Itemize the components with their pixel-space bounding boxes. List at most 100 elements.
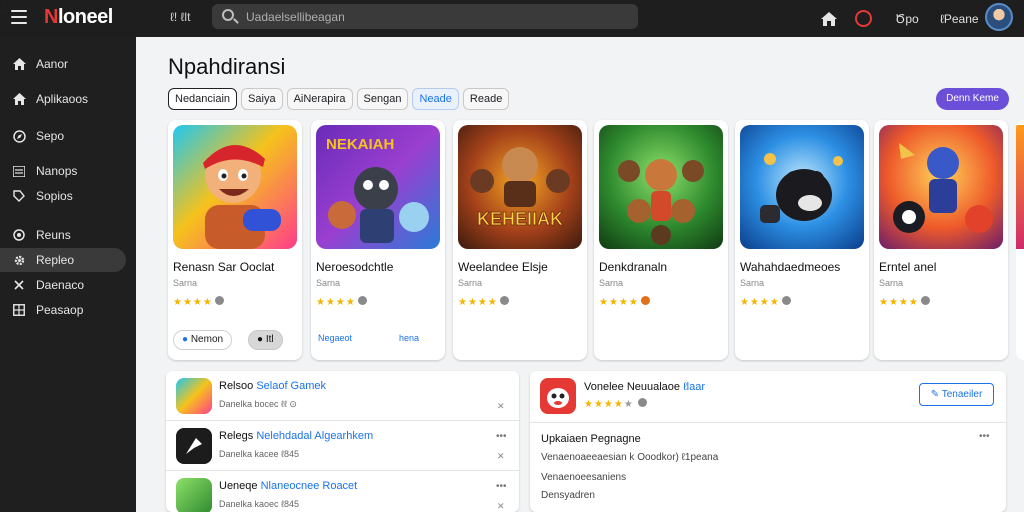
- card-link-1[interactable]: Negaeot: [318, 333, 352, 343]
- sidebar-item-replay[interactable]: Repleo: [0, 248, 126, 272]
- home-icon[interactable]: [820, 0, 838, 37]
- list-item[interactable]: Relsoo Selaof Gamek Danelka bocec ℓℓ ⊙ ✕: [166, 371, 519, 421]
- art-title: KEHEIIAK: [477, 209, 563, 229]
- pencil-icon: ✎: [930, 389, 940, 400]
- info-icon: [357, 296, 367, 305]
- detail-app-icon: [540, 378, 576, 414]
- detail-panel: Vonelee Neuualaoe ℓlaar ★★★★★ ✎ Tenaeile…: [530, 371, 1006, 512]
- rating-stars: ★★★★: [740, 296, 791, 308]
- detail-line: Venaenoeesaniens: [541, 472, 627, 483]
- game-art: [173, 125, 297, 249]
- chip-0[interactable]: Nedanciain: [168, 88, 238, 110]
- list-item[interactable]: Ueneqe Nlaneocnee Roacet Danelka kaoec ℓ…: [166, 471, 519, 512]
- detail-action-button[interactable]: ✎ Tenaeiler: [919, 383, 994, 406]
- card-subtitle: Sarna: [740, 278, 765, 288]
- card-title: Neroesodchtle: [316, 260, 394, 274]
- game-art: [599, 125, 723, 249]
- home-icon: [12, 57, 26, 71]
- info-icon: [640, 296, 650, 305]
- sidebar: Aanor Aplikaoos Sepo Nanops Sopios Reuns…: [0, 37, 136, 512]
- home-icon: [12, 92, 26, 106]
- rating-stars: ★★★★: [458, 296, 509, 308]
- dot-icon: ●: [257, 334, 264, 345]
- rating-stars: ★★★★: [316, 296, 367, 308]
- tool-icon[interactable]: ✕: [497, 401, 505, 412]
- sidebar-item-tools[interactable]: Daenaco: [0, 273, 126, 297]
- game-card-partial[interactable]: [1016, 120, 1024, 360]
- view-toggle[interactable]: ℓ! ℓlt: [170, 10, 190, 24]
- card-subtitle: Sarna: [599, 278, 624, 288]
- card-secondary-button[interactable]: ● Itl: [248, 330, 283, 350]
- sidebar-item-applications[interactable]: Aplikaoos: [0, 87, 126, 111]
- list-item-icon: [176, 378, 212, 414]
- card-title: Weelandee Elsje: [458, 260, 548, 274]
- user-avatar[interactable]: [985, 3, 1013, 31]
- page-title: Npahdiransi: [168, 54, 286, 79]
- card-primary-button[interactable]: ● Nemon: [173, 330, 233, 350]
- list-item-icon: [176, 478, 212, 512]
- top-link-1[interactable]: Ծpo: [895, 0, 919, 37]
- card-subtitle: Sarna: [316, 278, 341, 288]
- game-card[interactable]: Denkdranaln Sarna ★★★★: [594, 120, 728, 360]
- more-options-icon[interactable]: •••: [979, 431, 990, 442]
- gear-icon: [12, 253, 26, 267]
- more-options-icon[interactable]: •••: [496, 481, 507, 492]
- detail-line: Venaenoaeeaesian k Ooodkor) ℓ1peana: [541, 452, 719, 463]
- chip-3[interactable]: Sengan: [356, 88, 409, 110]
- rating-stars: ★★★★: [173, 296, 224, 308]
- card-subtitle: Sarna: [458, 278, 483, 288]
- tools-icon: [12, 278, 26, 292]
- game-card[interactable]: NEKAIAH Neroesodchtle Sarna ★★★★ Negaeot…: [311, 120, 445, 360]
- game-art: [879, 125, 1003, 249]
- tool-icon[interactable]: ✕: [497, 501, 505, 512]
- sidebar-item-topics[interactable]: Sopios: [0, 184, 126, 208]
- art-title: NEKAIAH: [326, 136, 394, 153]
- chip-1[interactable]: Saiya: [241, 88, 283, 110]
- card-link-2[interactable]: hena: [399, 333, 419, 343]
- game-card[interactable]: Erntel anel Sarna ★★★★: [874, 120, 1008, 360]
- top-link-2[interactable]: ℓPeane: [940, 0, 979, 37]
- search-bar[interactable]: [212, 4, 638, 29]
- primary-action-button[interactable]: Denn Keme: [936, 88, 1009, 110]
- rating-stars: ★★★★: [879, 296, 930, 308]
- game-list: Relsoo Selaof Gamek Danelka bocec ℓℓ ⊙ ✕…: [166, 371, 519, 512]
- game-art: [1016, 125, 1024, 249]
- card-title: Renasn Sar Ooclat: [173, 260, 275, 274]
- list-item[interactable]: Relegs Nelehdadal Algearhkem Danelka kac…: [166, 421, 519, 471]
- tool-icon[interactable]: ✕: [497, 451, 505, 462]
- grid-icon: [12, 303, 26, 317]
- sidebar-item-home[interactable]: Aanor: [0, 52, 126, 76]
- divider: [530, 422, 1006, 423]
- info-icon: [637, 398, 647, 407]
- circle-icon: [12, 228, 26, 242]
- sidebar-item-passport[interactable]: Peasaop: [0, 298, 126, 322]
- card-title: Wahahdaedmeoes: [740, 260, 841, 274]
- chip-5[interactable]: Reade: [462, 88, 510, 110]
- sidebar-item-reviews[interactable]: Reuns: [0, 223, 126, 247]
- top-bar: Nloneel ℓ! ℓlt 1 Ծpo ℓPeane: [0, 0, 1024, 37]
- chip-2[interactable]: AiNerapira: [286, 88, 353, 110]
- sidebar-item-lists[interactable]: Nanops: [0, 159, 126, 183]
- compass-icon: [12, 129, 26, 143]
- info-icon: [499, 296, 509, 305]
- search-icon: [222, 9, 234, 21]
- check-icon: ●: [182, 334, 189, 345]
- card-title: Erntel anel: [879, 260, 937, 274]
- sidebar-item-explore[interactable]: Sepo: [0, 124, 126, 148]
- game-art: NEKAIAH: [316, 125, 440, 249]
- game-card[interactable]: KEHEIIAK Weelandee Elsje Sarna ★★★★: [453, 120, 587, 360]
- search-input[interactable]: [246, 8, 626, 25]
- menu-icon[interactable]: [11, 10, 27, 24]
- notification-bell-icon[interactable]: [855, 0, 872, 37]
- more-options-icon[interactable]: •••: [496, 431, 507, 442]
- info-icon: [920, 296, 930, 305]
- game-card[interactable]: Renasn Sar Ooclat Sarna ★★★★ ● Nemon ● I…: [168, 120, 302, 360]
- game-card[interactable]: Wahahdaedmeoes Sarna ★★★★: [735, 120, 869, 360]
- app-logo[interactable]: Nloneel: [44, 6, 113, 29]
- tag-icon: [12, 189, 26, 203]
- card-subtitle: Sarna: [173, 278, 198, 288]
- list-icon: [12, 164, 26, 178]
- info-icon: [214, 296, 224, 305]
- chip-4[interactable]: Neade: [412, 88, 459, 110]
- main-content: Npahdiransi Nedanciain Saiya AiNerapira …: [136, 37, 1024, 512]
